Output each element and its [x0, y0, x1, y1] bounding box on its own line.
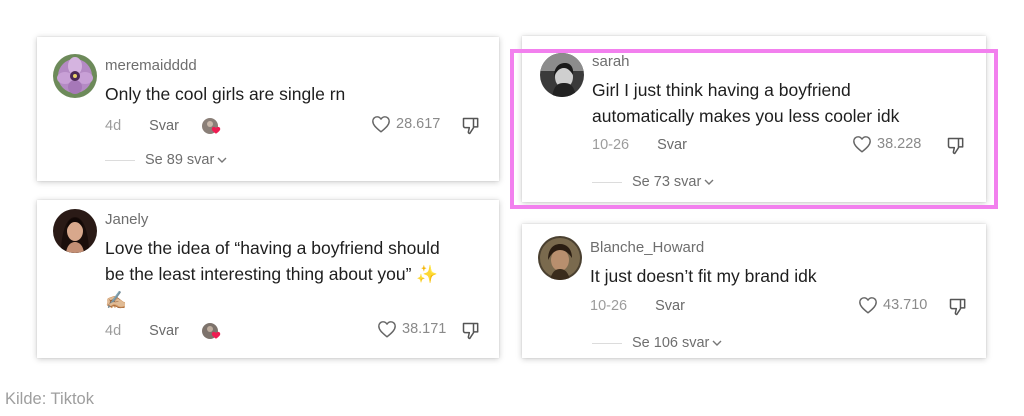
thumbs-down-icon[interactable] — [461, 116, 481, 136]
comment-username[interactable]: Blanche_Howard — [590, 239, 704, 256]
thumbs-down-icon[interactable] — [948, 297, 968, 317]
reply-button[interactable]: Svar — [655, 298, 685, 314]
comment-username[interactable]: Janely — [105, 211, 148, 228]
comment-text: Only the cool girls are single rn — [105, 84, 346, 104]
heart-outline-icon — [372, 116, 390, 133]
avatar[interactable] — [538, 236, 582, 280]
view-replies-label: Se 89 svar — [145, 152, 215, 168]
heart-outline-icon — [378, 321, 396, 338]
comment-meta: 4d Svar — [105, 322, 221, 340]
creator-liked-icon — [201, 322, 221, 340]
comment-date: 4d — [105, 323, 122, 339]
like-count: 38.171 — [402, 321, 447, 337]
view-replies-button[interactable]: Se 106 svar — [592, 335, 722, 351]
source-caption: Kilde: Tiktok — [5, 390, 94, 408]
reply-button[interactable]: Svar — [149, 323, 179, 339]
comment-card-meremaidddd: meremaidddd Only the cool girls are sing… — [37, 37, 499, 181]
chevron-down-icon — [712, 340, 722, 346]
comment-text-line: Love the idea of “having a boyfriend sho… — [105, 238, 440, 258]
like-count: 43.710 — [883, 297, 928, 313]
view-replies-button[interactable]: Se 89 svar — [105, 152, 227, 168]
comment-card-blanche-howard: Blanche_Howard It just doesn’t fit my br… — [522, 224, 986, 358]
view-replies-label: Se 106 svar — [632, 335, 710, 351]
like-count: 28.617 — [396, 116, 441, 132]
comment-date: 4d — [105, 118, 122, 134]
comment-meta: 4d Svar — [105, 117, 221, 135]
thumbs-down-icon[interactable] — [461, 321, 481, 341]
avatar[interactable] — [53, 54, 97, 98]
comment-username[interactable]: meremaidddd — [105, 57, 197, 74]
comment-text-line: be the least interesting thing about you… — [105, 264, 439, 284]
creator-liked-icon — [201, 117, 221, 135]
like-button[interactable]: 43.710 — [858, 296, 927, 314]
highlight-frame — [510, 49, 998, 209]
like-button[interactable]: 38.171 — [377, 320, 446, 338]
comment-card-janely: Janely Love the idea of “having a boyfri… — [37, 200, 499, 358]
writing-hand-emoji: ✍🏼 — [105, 290, 127, 310]
comment-date: 10-26 — [590, 298, 628, 314]
chevron-down-icon — [217, 157, 227, 163]
avatar[interactable] — [53, 209, 97, 253]
like-button[interactable]: 28.617 — [371, 115, 440, 133]
comment-text: It just doesn’t fit my brand idk — [590, 266, 817, 286]
heart-outline-icon — [859, 297, 877, 314]
reply-button[interactable]: Svar — [149, 118, 179, 134]
divider — [592, 342, 622, 344]
comment-meta: 10-26 Svar — [590, 298, 685, 314]
divider — [105, 159, 135, 161]
